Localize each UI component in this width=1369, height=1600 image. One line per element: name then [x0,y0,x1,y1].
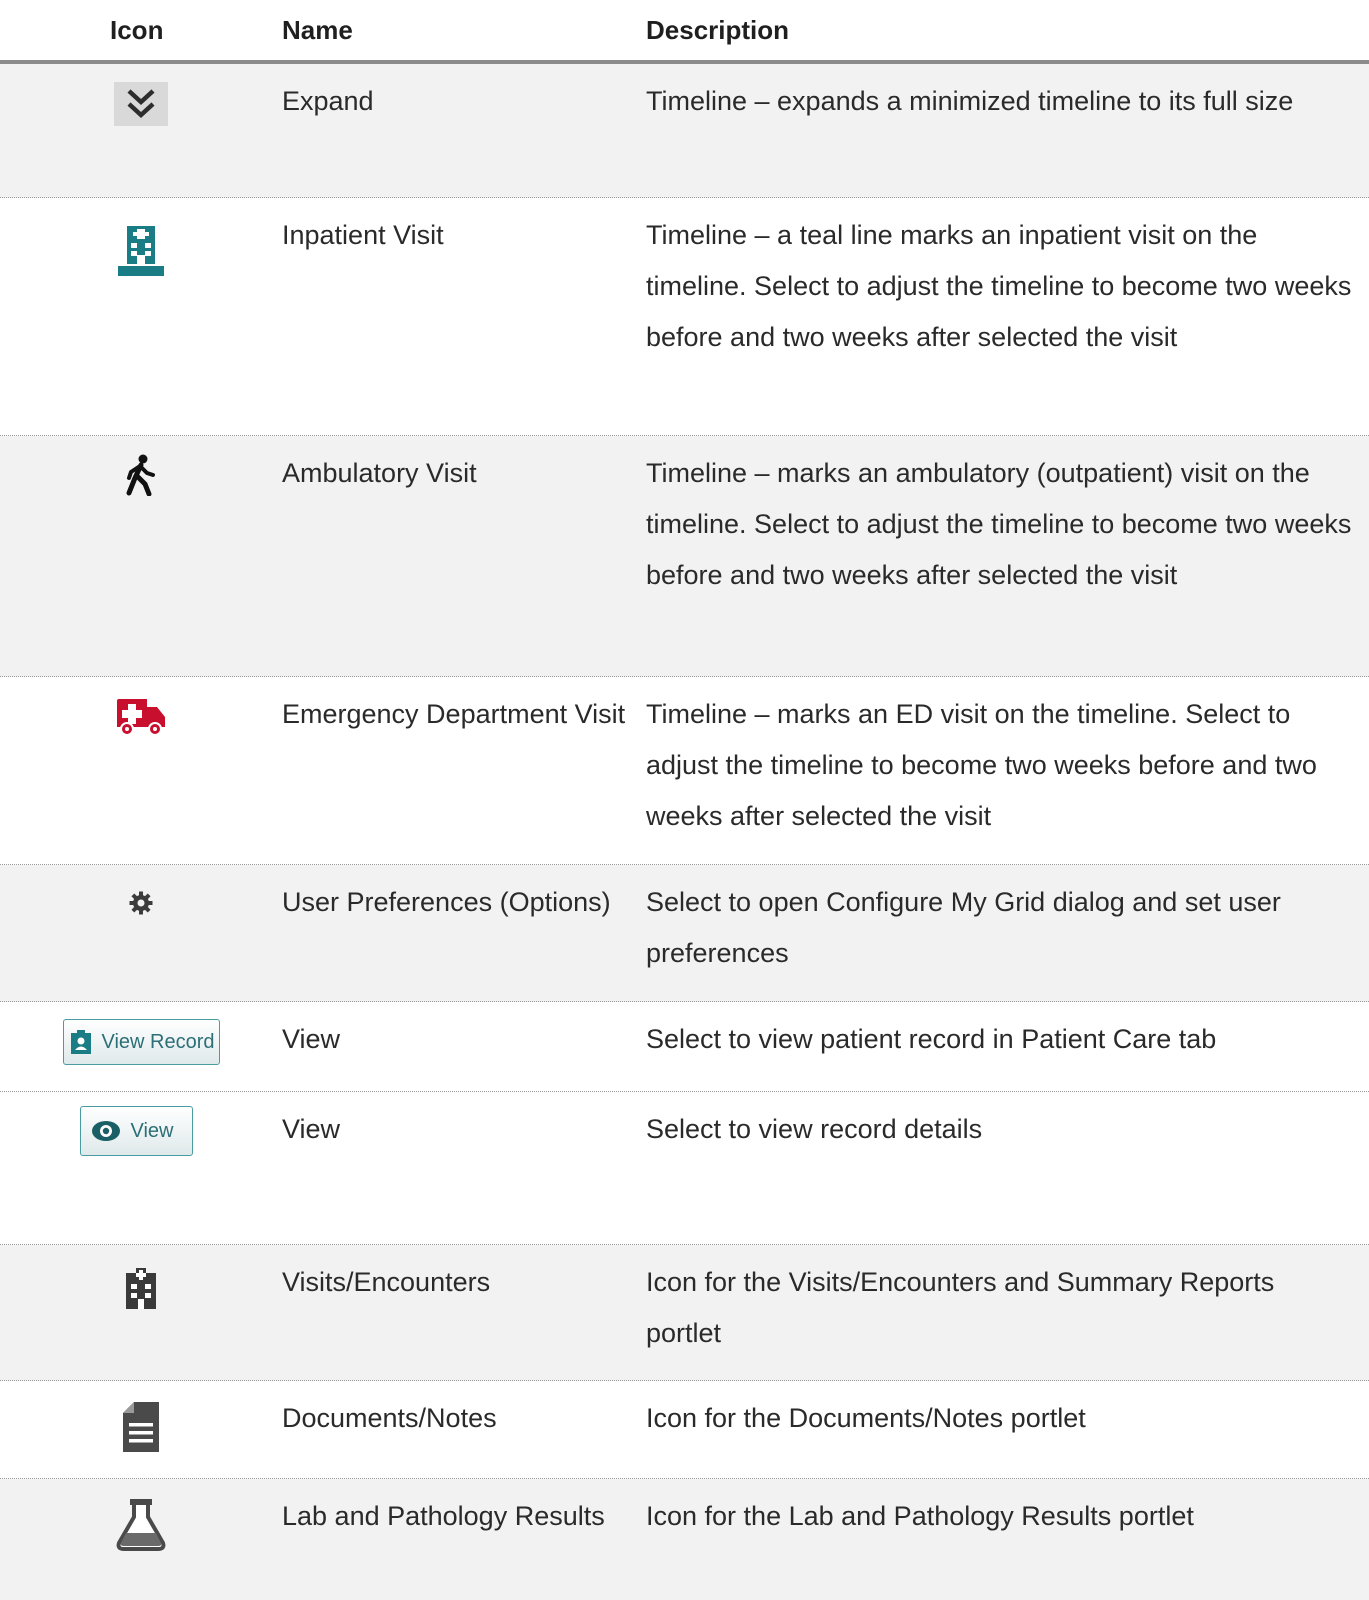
icon-reference-table: Icon Name Description Expand Timeline – … [0,0,1369,1600]
row-description: Icon for the Lab and Pathology Results p… [646,1501,1194,1531]
row-name: Ambulatory Visit [282,458,477,488]
row-description: Timeline – a teal line marks an inpatien… [646,220,1352,352]
row-description: Timeline – expands a minimized timeline … [646,86,1294,116]
flask-icon[interactable] [114,1497,168,1551]
row-description: Select to open Configure My Grid dialog … [646,887,1281,968]
row-name: Documents/Notes [282,1403,497,1433]
row-description: Timeline – marks an ambulatory (outpatie… [646,458,1352,590]
building-icon[interactable] [123,1267,159,1309]
view-button[interactable]: View [79,1106,193,1156]
row-name: Visits/Encounters [282,1267,491,1297]
double-chevron-down-icon[interactable] [114,82,168,126]
row-description: Select to view patient record in Patient… [646,1024,1217,1054]
view-label: View [130,1119,174,1142]
document-icon[interactable] [118,1401,164,1453]
row-name: View [282,1024,341,1054]
ambulance-icon[interactable] [115,697,167,737]
row-description: Select to view record details [646,1114,983,1144]
table-row: Ambulatory Visit Timeline – marks an amb… [0,436,1369,677]
table-row: View View Select to view record details [0,1092,1369,1245]
eye-icon [91,1121,120,1141]
row-description: Timeline – marks an ED visit on the time… [646,699,1317,831]
table-row: Emergency Department Visit Timeline – ma… [0,677,1369,865]
row-name: User Preferences (Options) [282,887,611,917]
row-name: Lab and Pathology Results [282,1501,605,1531]
table-row: Documents/Notes Icon for the Documents/N… [0,1381,1369,1479]
table-row: Expand Timeline – expands a minimized ti… [0,64,1369,198]
table-row: User Preferences (Options) Select to ope… [0,865,1369,1002]
row-name: Inpatient Visit [282,220,444,250]
walking-person-icon[interactable] [123,454,159,496]
hospital-building-icon[interactable] [116,220,166,278]
row-name: Expand [282,86,374,116]
table-row: Inpatient Visit Timeline – a teal line m… [0,198,1369,436]
view-record-button[interactable]: View Record [62,1019,220,1065]
row-name: View [282,1114,341,1144]
header-icon: Icon [110,14,164,45]
table-row: Lab and Pathology Results Icon for the L… [0,1479,1369,1600]
id-badge-icon [70,1030,91,1054]
gear-icon[interactable] [129,891,153,915]
header-name: Name [282,14,353,45]
row-name: Emergency Department Visit [282,699,626,729]
view-record-label: View Record [101,1030,215,1053]
header-description: Description [646,14,790,45]
row-description: Icon for the Documents/Notes portlet [646,1403,1086,1433]
row-description: Icon for the Visits/Encounters and Summa… [646,1267,1275,1348]
table-row: Visits/Encounters Icon for the Visits/En… [0,1245,1369,1381]
table-row: View Record View Select to view patient … [0,1002,1369,1092]
table-header: Icon Name Description [0,0,1369,64]
